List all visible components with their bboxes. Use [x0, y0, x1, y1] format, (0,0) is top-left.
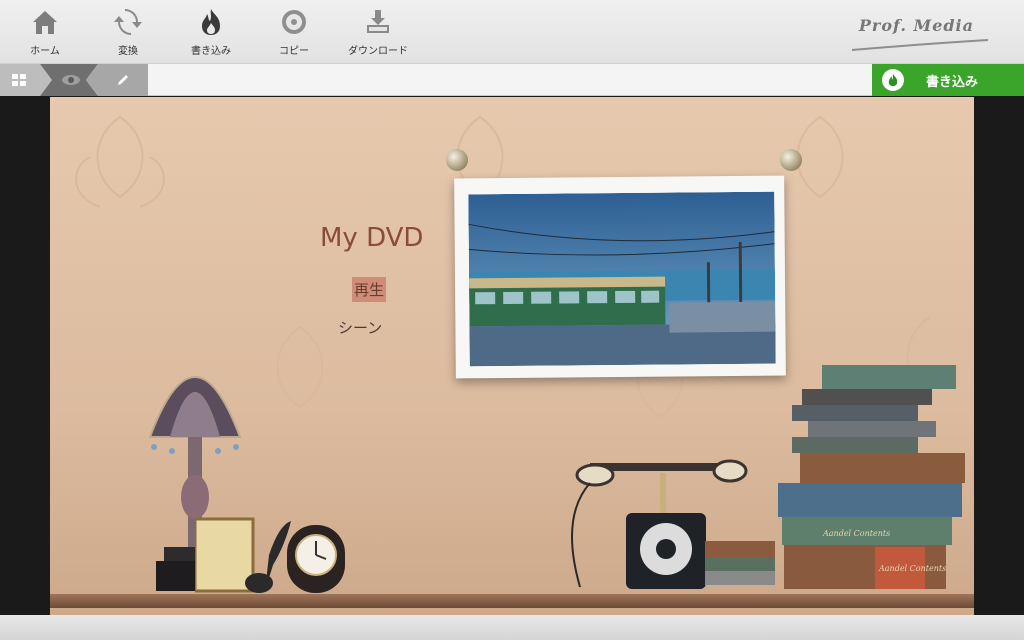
tab-preview[interactable] — [54, 64, 88, 96]
burn-button-label: 書き込み — [926, 74, 979, 90]
copy-button[interactable]: コピー — [254, 6, 334, 60]
home-icon — [29, 6, 61, 38]
burn-icon — [195, 6, 227, 38]
brand-swoosh-icon — [851, 39, 989, 51]
edit-pencil-icon — [118, 75, 128, 85]
view-mode-tabs — [0, 64, 150, 96]
shelf — [50, 594, 974, 608]
burn-button[interactable]: 書き込み — [872, 64, 1024, 96]
pin-left-icon — [446, 149, 468, 171]
copy-icon — [278, 6, 310, 38]
train-photo — [468, 191, 776, 367]
preview-eye-icon — [62, 75, 80, 85]
tab-edit[interactable] — [108, 64, 138, 96]
book-spine-title: Aandel Contents — [878, 564, 946, 573]
book-stack-icon: Aandel Contents Aandel Contents — [705, 365, 965, 589]
dvd-menu-preview: My DVD 再生 シーン Aandel Contents Aandel Con… — [50, 97, 974, 615]
view-bar: 書き込み — [0, 64, 1024, 96]
menu-title: My DVD — [320, 223, 424, 253]
copy-label: コピー — [279, 46, 309, 57]
burn-label: 書き込み — [191, 46, 231, 57]
menu-play-button[interactable]: 再生 — [352, 277, 387, 302]
download-label: ダウンロード — [348, 46, 408, 57]
menu-scene-button[interactable]: シーン — [338, 317, 382, 338]
desk-items-icon — [195, 517, 345, 593]
pin-right-icon — [780, 149, 802, 171]
bottom-status-bar — [0, 615, 1024, 640]
convert-label: 変換 — [118, 46, 138, 57]
brand-logo: Prof. Media — [842, 10, 992, 56]
photo-frame — [454, 175, 786, 379]
grid-view-icon — [12, 74, 26, 86]
download-icon — [362, 6, 394, 38]
book-spine-title: Aandel Contents — [822, 529, 890, 538]
main-toolbar: ホーム 変換 書き込み コピー ダウンロード Prof. Media — [0, 0, 1024, 64]
convert-button[interactable]: 変換 — [88, 6, 168, 60]
burn-button-icon — [882, 69, 904, 91]
home-button[interactable]: ホーム — [5, 6, 85, 60]
tab-grid-view[interactable] — [4, 64, 34, 96]
convert-icon — [112, 6, 144, 38]
burn-tool-button[interactable]: 書き込み — [171, 6, 251, 60]
download-button[interactable]: ダウンロード — [338, 6, 418, 60]
home-label: ホーム — [30, 46, 60, 57]
